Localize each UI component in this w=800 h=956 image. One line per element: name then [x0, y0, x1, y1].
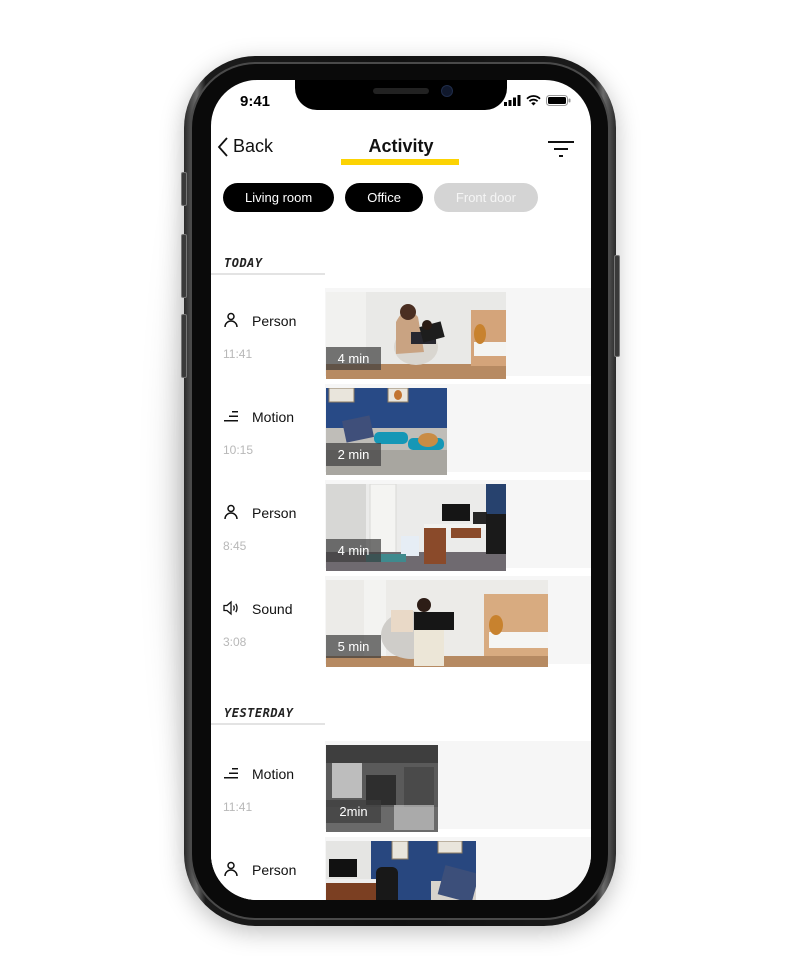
- event-row: Motion 11:41 2min: [211, 741, 591, 832]
- chip-front-door[interactable]: Front door: [433, 183, 538, 212]
- event-thumbnail-nursery-reading[interactable]: 4 min: [326, 292, 506, 379]
- event-time: 3:08: [223, 635, 247, 649]
- event-type: Motion: [252, 409, 295, 425]
- person-icon: [224, 312, 238, 328]
- front-camera: [441, 85, 453, 97]
- duration-badge: 4 min: [326, 539, 381, 562]
- nav-bar: Back Activity: [211, 130, 591, 170]
- event-type: Motion: [252, 766, 295, 782]
- event-row: Sound 3:08 5 min: [211, 576, 591, 667]
- motion-icon: [224, 768, 238, 779]
- event-card[interactable]: Person: [211, 837, 325, 900]
- event-row: Motion 10:15 2 min: [211, 384, 591, 475]
- section-header-yesterday: YESTERDAY: [211, 706, 325, 725]
- filter-icon: [548, 141, 574, 157]
- motion-icon: [224, 411, 238, 422]
- battery-icon: [546, 95, 571, 106]
- event-row: Person 11:41 4 min: [211, 288, 591, 379]
- event-thumbnail-office-living[interactable]: [326, 841, 476, 900]
- signal-icon: [504, 95, 521, 106]
- duration-badge: 2min: [326, 800, 381, 823]
- earpiece-speaker: [373, 88, 429, 94]
- event-card[interactable]: Motion 10:15: [211, 384, 325, 472]
- event-thumbnail-nursery-child[interactable]: 5 min: [326, 580, 548, 667]
- mute-switch: [181, 172, 187, 206]
- filter-button[interactable]: [547, 138, 575, 160]
- event-type: Person: [252, 313, 297, 329]
- event-row: Person: [211, 837, 591, 900]
- volume-up-button: [181, 234, 187, 298]
- event-type: Person: [252, 505, 297, 521]
- event-time: 10:15: [223, 443, 254, 457]
- status-time: 9:41: [240, 93, 271, 110]
- event-card[interactable]: Motion 11:41: [211, 741, 325, 829]
- title-underline: [341, 159, 459, 165]
- chip-living-room[interactable]: Living room: [223, 183, 335, 212]
- volume-down-button: [181, 314, 187, 378]
- chip-office[interactable]: Office: [345, 183, 423, 212]
- thumbnail-image: [326, 841, 476, 900]
- status-icons: [504, 95, 571, 106]
- room-filter-chips: Living room Office Front door: [223, 183, 538, 212]
- person-icon: [224, 504, 238, 520]
- event-thumbnail-living-room[interactable]: 2 min: [326, 388, 447, 475]
- event-card[interactable]: Person 11:41: [211, 288, 325, 376]
- page-title: Activity: [368, 136, 434, 156]
- person-icon: [224, 861, 238, 877]
- event-row: Person 8:45 4 min: [211, 480, 591, 571]
- duration-badge: 4 min: [326, 347, 381, 370]
- event-card[interactable]: Sound 3:08: [211, 576, 325, 664]
- duration-badge: 2 min: [326, 443, 381, 466]
- event-thumbnail-night-vision[interactable]: 2min: [326, 745, 438, 832]
- event-card[interactable]: Person 8:45: [211, 480, 325, 568]
- event-type: Sound: [252, 601, 293, 617]
- event-time: 11:41: [223, 800, 253, 814]
- power-button: [614, 255, 620, 357]
- section-title: YESTERDAY: [224, 706, 294, 720]
- app-screen: 9:41 Back Activity Living room Office Fr…: [211, 80, 591, 900]
- duration-badge: 5 min: [326, 635, 381, 658]
- event-time: 8:45: [223, 539, 247, 553]
- wifi-icon: [526, 95, 541, 106]
- section-header-today: TODAY: [211, 256, 325, 275]
- notch: [295, 80, 507, 110]
- event-time: 11:41: [223, 347, 253, 361]
- speaker-icon: [223, 600, 238, 616]
- event-type: Person: [252, 862, 297, 878]
- event-thumbnail-office[interactable]: 4 min: [326, 484, 506, 571]
- section-title: TODAY: [224, 256, 263, 270]
